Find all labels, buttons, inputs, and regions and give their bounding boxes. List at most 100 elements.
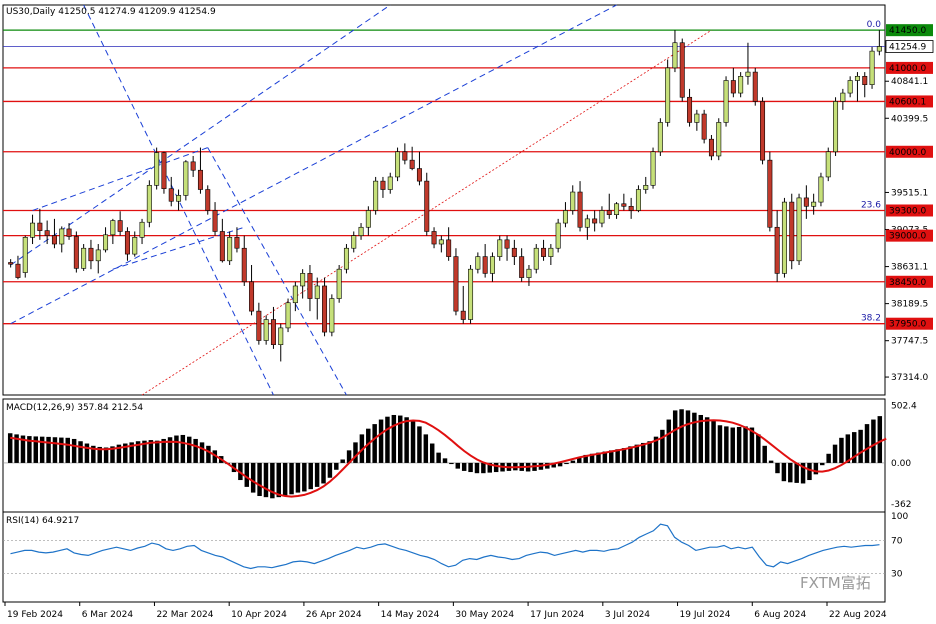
macd-bar (385, 416, 390, 463)
candle-body (606, 210, 612, 215)
candle-body (635, 189, 641, 211)
candle-body (738, 75, 744, 94)
candle-body (577, 191, 583, 228)
macd-bar (78, 441, 83, 463)
macd-bar (775, 462, 780, 474)
candle-body (730, 80, 736, 94)
candle-body (197, 169, 203, 190)
price-candles (8, 30, 882, 362)
candle-body (679, 42, 685, 98)
macd-tick-label: 502.4 (891, 402, 917, 412)
channel-line-4 (32, 147, 208, 211)
candle-body (803, 197, 809, 207)
macd-bar (334, 462, 339, 470)
rsi-tick-label: 100 (891, 512, 908, 522)
date-tick-label: 14 May 2024 (381, 610, 440, 620)
candle-body (161, 152, 167, 189)
macd-bar (781, 462, 787, 482)
candle-body (760, 101, 766, 161)
macd-bar (692, 412, 697, 463)
macd-bar (858, 429, 863, 463)
candle-body (628, 205, 634, 211)
candle-body (876, 46, 882, 52)
candle-body (497, 239, 503, 257)
rsi-tick-label: 70 (891, 537, 903, 547)
candle-body (212, 210, 218, 232)
macd-bar (302, 462, 307, 492)
macd-bar (820, 462, 825, 466)
macd-bar (39, 436, 45, 463)
rsi-pane-frame (2, 511, 886, 603)
candle-body (373, 180, 379, 211)
candle-body (650, 151, 656, 186)
candle-body (103, 234, 109, 251)
candle-body (672, 42, 678, 69)
macd-bar (468, 462, 473, 473)
candle-body (117, 220, 123, 232)
macd-bar (59, 437, 64, 463)
candle-body (176, 195, 182, 202)
macd-signal-line (10, 419, 887, 498)
candle-body (110, 220, 116, 236)
macd-bar (717, 425, 723, 463)
macd-bar (736, 426, 742, 463)
candle-body (168, 188, 174, 202)
candle-body (446, 239, 452, 257)
channel-line-3 (207, 147, 347, 396)
macd-bar (647, 441, 652, 463)
candle-body (256, 310, 262, 341)
fib-label-0: 0.0 (867, 20, 882, 30)
candle-body (665, 67, 671, 123)
candle-body (44, 230, 50, 236)
candle-body (767, 159, 773, 228)
horizontal-levels[interactable]: 0.0 23.6 38.2 (3, 20, 885, 325)
rsi-series-line (10, 523, 880, 570)
candle-body (183, 161, 189, 196)
macd-bar (685, 410, 691, 463)
macd-bar (762, 445, 767, 463)
candle-body (781, 201, 787, 274)
candle-body (840, 92, 846, 102)
macd-bar (155, 440, 160, 463)
candle-body (643, 185, 649, 190)
fib-label-2: 38.2 (861, 314, 881, 324)
rsi-header: RSI(14) 64.9217 (6, 516, 79, 526)
candle-body (818, 176, 824, 203)
candle-body (701, 113, 707, 140)
level-badge-text: 41450.0 (889, 26, 926, 36)
candle-body (453, 256, 459, 312)
candle-body (292, 285, 298, 304)
macd-bar (666, 419, 672, 463)
candle-body (694, 113, 700, 123)
symbol-header: US30,Daily 41250.5 41274.9 41209.9 41254… (6, 7, 216, 17)
date-tick-label: 22 Mar 2024 (156, 610, 213, 620)
macd-bar (199, 442, 205, 463)
macd-bar (474, 462, 480, 474)
candle-body (270, 319, 276, 345)
candle-body (854, 75, 860, 81)
candle-body (424, 180, 430, 232)
macd-bar (813, 462, 819, 475)
candle-body (526, 268, 532, 278)
macd-bar (372, 424, 377, 463)
candle-body (8, 262, 14, 265)
candle-body (811, 201, 817, 207)
macd-bar (314, 462, 320, 487)
candle-body (234, 237, 240, 249)
macd-bar (461, 462, 467, 471)
macd-bar (174, 435, 179, 463)
candle-body (351, 235, 357, 249)
price-tick-label: 38631.1 (891, 263, 928, 273)
trend-channel-lines[interactable] (10, 4, 712, 396)
date-tick-label: 6 Mar 2024 (82, 610, 134, 620)
macd-bar (417, 426, 422, 463)
candle-body (796, 197, 802, 262)
date-tick-label: 22 Aug 2024 (829, 610, 887, 620)
date-tick-label: 3 Jul 2024 (605, 610, 650, 620)
level-badge-text: 39300.0 (889, 206, 926, 216)
candle-body (380, 180, 386, 190)
macd-bar (423, 434, 429, 463)
candle-body (205, 189, 211, 211)
candle-body (139, 221, 145, 238)
level-badge-text: 40000.0 (889, 148, 926, 158)
